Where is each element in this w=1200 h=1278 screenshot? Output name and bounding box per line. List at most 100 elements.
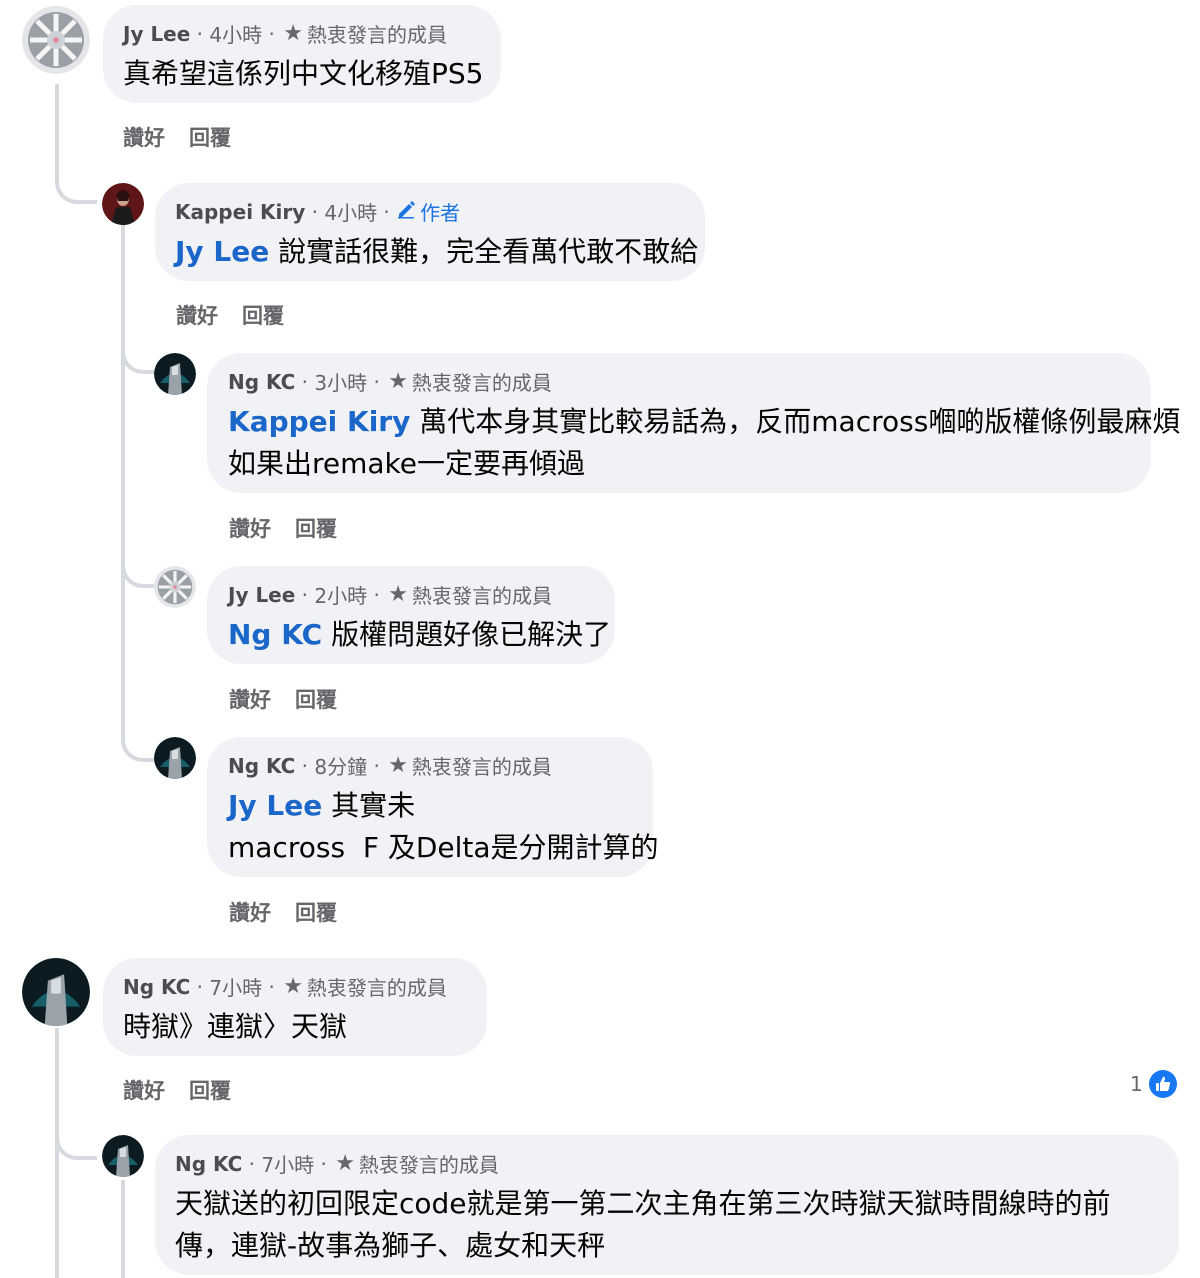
comment-body: 說實話很難，完全看萬代敢不敢給 <box>278 235 699 268</box>
mention-link[interactable]: Kappei Kiry <box>228 405 410 438</box>
star-icon: ★ <box>283 974 303 999</box>
mention-link[interactable]: Jy Lee <box>228 789 322 822</box>
comment-author[interactable]: Kappei Kiry <box>175 200 305 224</box>
comment-actions: 讚好 回覆 <box>176 300 308 330</box>
robot-avatar-icon <box>102 1135 144 1177</box>
comment-text-line2: 如果出remake一定要再傾過 <box>228 447 586 480</box>
comment-author[interactable]: Ng KC <box>228 370 295 394</box>
comment-actions: 讚好 回覆 <box>229 897 361 927</box>
thread-line <box>121 1180 125 1278</box>
wheel-avatar-icon <box>154 566 196 608</box>
comment-time[interactable]: 4小時 <box>209 19 262 48</box>
comment-text: Jy Lee 說實話很難，完全看萬代敢不敢給 <box>175 231 698 273</box>
like-button[interactable]: 讚好 <box>123 1079 165 1103</box>
comment-body: 天獄送的初回限定code就是第一第二次主角在第三次時獄天獄時間線時的前 <box>175 1187 1111 1220</box>
avatar[interactable] <box>102 183 144 225</box>
thumbs-up-icon <box>1148 1070 1177 1098</box>
comment-time[interactable]: 4小時 <box>324 197 377 226</box>
like-button[interactable]: 讚好 <box>176 304 218 328</box>
star-icon: ★ <box>388 582 408 607</box>
comment-time[interactable]: 7小時 <box>209 972 262 1001</box>
comment-text-line2: 傳，連獄-故事為獅子、處女和天秤 <box>175 1229 606 1262</box>
comment-time[interactable]: 8分鐘 <box>314 751 367 780</box>
comment-author[interactable]: Jy Lee <box>228 583 295 607</box>
comment-text: Ng KC 版權問題好像已解決了 <box>228 614 611 656</box>
pencil-icon <box>396 199 416 224</box>
like-button[interactable]: 讚好 <box>229 688 271 712</box>
like-button[interactable]: 讚好 <box>123 126 165 150</box>
comment-bubble: Jy Lee · 4小時 · ★ 熱衷發言的成員 真希望這係列中文化移殖PS5 <box>103 5 501 103</box>
robot-avatar-icon <box>154 737 196 779</box>
avatar[interactable] <box>22 958 90 1026</box>
member-badge: 熱衷發言的成員 <box>411 371 552 395</box>
comment-body: 時獄》連獄〉天獄 <box>123 1010 348 1043</box>
avatar[interactable] <box>154 737 196 779</box>
thread-line <box>121 224 125 744</box>
member-badge: 熱衷發言的成員 <box>306 976 447 1000</box>
comment-author[interactable]: Jy Lee <box>123 22 190 46</box>
member-badge: 熱衷發言的成員 <box>306 23 447 47</box>
comment-text: 真希望這係列中文化移殖PS5 <box>123 53 483 95</box>
avatar[interactable] <box>154 353 196 395</box>
comment-text: Jy Lee 其實未 <box>228 785 415 827</box>
comment-meta: Jy Lee · 2小時 · ★ 熱衷發言的成員 <box>228 580 552 609</box>
star-icon: ★ <box>388 369 408 394</box>
comment-meta: Ng KC · 7小時 · ★ 熱衷發言的成員 <box>123 972 447 1001</box>
comment-bubble: Ng KC · 3小時 · ★ 熱衷發言的成員 Kappei Kiry 萬代本身… <box>207 353 1180 493</box>
comment-body: 版權問題好像已解決了 <box>331 618 612 651</box>
avatar[interactable] <box>154 566 196 608</box>
comment-author[interactable]: Ng KC <box>228 754 295 778</box>
comment-author[interactable]: Ng KC <box>123 975 190 999</box>
comment-actions: 讚好 回覆 <box>123 1075 255 1105</box>
comment-meta: Ng KC · 8分鐘 · ★ 熱衷發言的成員 <box>228 751 552 780</box>
comment-body: 真希望這係列中文化移殖PS5 <box>123 57 484 90</box>
comment-meta: Jy Lee · 4小時 · ★ 熱衷發言的成員 <box>123 19 447 48</box>
star-icon: ★ <box>388 753 408 778</box>
comment-time[interactable]: 7小時 <box>261 1149 314 1178</box>
reply-button[interactable]: 回覆 <box>242 304 284 328</box>
star-icon: ★ <box>335 1151 355 1176</box>
comment-text-line2: macross F 及Delta是分開計算的 <box>228 831 659 864</box>
comment-text: 天獄送的初回限定code就是第一第二次主角在第三次時獄天獄時間線時的前 <box>175 1183 1111 1225</box>
comment-text: 時獄》連獄〉天獄 <box>123 1006 347 1048</box>
avatar[interactable] <box>22 6 90 74</box>
like-button[interactable]: 讚好 <box>229 517 271 541</box>
mention-link[interactable]: Ng KC <box>228 618 322 651</box>
comment-time[interactable]: 2小時 <box>314 580 367 609</box>
comment-bubble: Ng KC · 7小時 · ★ 熱衷發言的成員 天獄送的初回限定code就是第一… <box>155 1135 1179 1275</box>
robot-avatar-icon <box>22 958 90 1026</box>
like-button[interactable]: 讚好 <box>229 901 271 925</box>
thread-connector <box>121 724 155 762</box>
character-avatar-icon <box>102 183 144 225</box>
member-badge: 熱衷發言的成員 <box>358 1153 499 1177</box>
comment-body: 萬代本身其實比較易話為，反而macross嗰啲版權條例最麻煩 <box>419 405 1181 438</box>
reply-button[interactable]: 回覆 <box>295 688 337 712</box>
comment-meta: Ng KC · 3小時 · ★ 熱衷發言的成員 <box>228 367 552 396</box>
avatar[interactable] <box>102 1135 144 1177</box>
comment-actions: 讚好 回覆 <box>229 684 361 714</box>
star-icon: ★ <box>283 21 303 46</box>
reply-button[interactable]: 回覆 <box>189 126 231 150</box>
wheel-avatar-icon <box>22 6 90 74</box>
mention-link[interactable]: Jy Lee <box>175 235 269 268</box>
thread-connector <box>55 150 97 204</box>
comment-bubble: Kappei Kiry · 4小時 · 作者 Jy Lee 說實話很難，完全看萬… <box>155 183 705 281</box>
comment-bubble: Ng KC · 7小時 · ★ 熱衷發言的成員 時獄》連獄〉天獄 <box>103 958 487 1056</box>
thread-line <box>55 1028 59 1278</box>
comment-actions: 讚好 回覆 <box>123 122 255 152</box>
thread-connector <box>121 554 155 588</box>
comment-author[interactable]: Ng KC <box>175 1152 242 1176</box>
reaction-summary[interactable]: 1 <box>1130 1070 1177 1098</box>
reply-button[interactable]: 回覆 <box>295 517 337 541</box>
reply-button[interactable]: 回覆 <box>189 1079 231 1103</box>
comment-actions: 讚好 回覆 <box>229 513 361 543</box>
comment-meta: Ng KC · 7小時 · ★ 熱衷發言的成員 <box>175 1149 499 1178</box>
comment-body: 其實未 <box>331 789 416 822</box>
thread-connector <box>55 1124 97 1160</box>
comment-meta: Kappei Kiry · 4小時 · 作者 <box>175 197 460 226</box>
thread-connector <box>121 340 155 374</box>
reply-button[interactable]: 回覆 <box>295 901 337 925</box>
member-badge: 熱衷發言的成員 <box>411 755 552 779</box>
comment-time[interactable]: 3小時 <box>314 367 367 396</box>
comment-bubble: Jy Lee · 2小時 · ★ 熱衷發言的成員 Ng KC 版權問題好像已解決… <box>207 566 615 664</box>
